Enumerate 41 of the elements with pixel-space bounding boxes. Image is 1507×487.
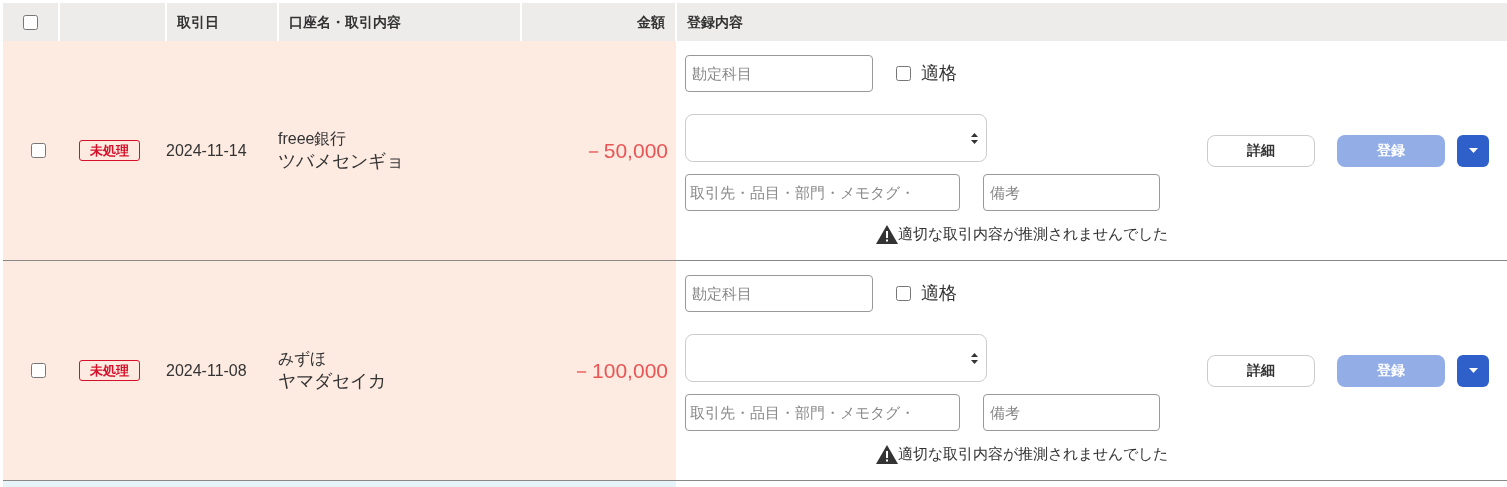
transaction-description: ツバメセンギョ — [278, 149, 405, 173]
warning-message: 適切な取引内容が推測されませんでした — [898, 444, 1168, 464]
account-name: freee銀行 — [278, 128, 348, 149]
date-text: 2024-11-14 — [166, 140, 248, 161]
qualified-checkbox[interactable] — [896, 66, 911, 81]
transaction-description: ヤマダセイカ — [278, 369, 387, 393]
account-name: みずほ — [278, 348, 327, 369]
warning-message: 適切な取引内容が推測されませんでした — [898, 224, 1168, 244]
row-checkbox[interactable] — [31, 363, 46, 378]
select-field[interactable] — [685, 334, 987, 382]
partner-field[interactable]: 取引先・品目・部門・メモタグ・ — [685, 394, 960, 431]
qualified-label: 適格 — [921, 62, 957, 85]
dropdown-button[interactable] — [1457, 354, 1489, 387]
memo-field[interactable]: 備考 — [983, 394, 1160, 431]
column-header: 取引日 — [177, 12, 219, 32]
warning-icon — [876, 224, 898, 244]
account-field[interactable]: 勘定科目 — [685, 275, 873, 312]
qualified-label: 適格 — [921, 282, 957, 305]
dropdown-button[interactable] — [1457, 134, 1489, 167]
column-header: 口座名・取引内容 — [289, 12, 401, 32]
caret-icon — [1468, 368, 1478, 373]
status-tag: 未処理 — [79, 140, 140, 161]
column-header: 登録内容 — [687, 12, 743, 32]
date-text: 2024-11-08 — [166, 360, 248, 381]
amount-text: －50,000 — [582, 137, 668, 164]
qualified-checkbox[interactable] — [896, 286, 911, 301]
select-field[interactable] — [685, 114, 987, 162]
warning-icon — [876, 444, 898, 464]
sort-arrows-icon — [971, 132, 978, 144]
account-field[interactable]: 勘定科目 — [685, 55, 873, 92]
status-tag: 未処理 — [79, 360, 140, 381]
memo-field[interactable]: 備考 — [983, 174, 1160, 211]
column-header: 金額 — [637, 12, 665, 32]
partner-field[interactable]: 取引先・品目・部門・メモタグ・ — [685, 174, 960, 211]
detail-button[interactable]: 詳細 — [1207, 134, 1315, 167]
sort-arrows-icon — [971, 352, 978, 364]
detail-button[interactable]: 詳細 — [1207, 354, 1315, 387]
caret-icon — [1468, 148, 1478, 153]
row-checkbox[interactable] — [31, 143, 46, 158]
select-all-checkbox[interactable] — [23, 14, 38, 30]
amount-text: －100,000 — [571, 357, 668, 384]
